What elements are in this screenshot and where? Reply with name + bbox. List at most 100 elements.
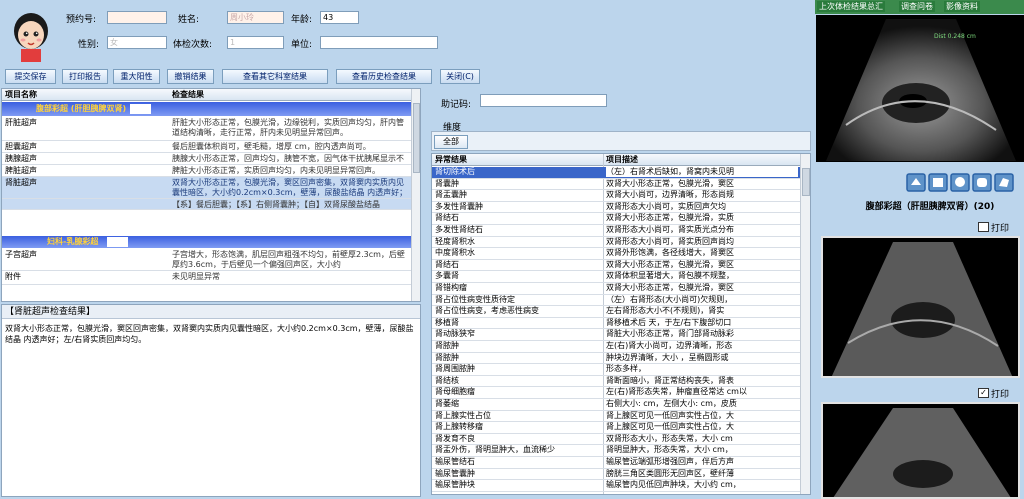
list-item[interactable]: 肾上腺实性占位 肾上腺区可见一低回声实性占位，大: [432, 411, 800, 423]
abnormal-result: 多发性肾结石: [435, 225, 483, 234]
table-row[interactable]: 附件 未见明显异常: [2, 271, 411, 285]
submit-save-button[interactable]: 提交保存: [5, 69, 56, 84]
item-description: 双肾大小尚可，边界清晰，形态尚规: [606, 190, 734, 200]
tab-questionnaire[interactable]: 调查问卷: [899, 1, 935, 12]
list-item[interactable]: 肾切除术后 （左）右肾术后缺如，肾窝内未见明: [432, 167, 800, 179]
view-other-dept-button[interactable]: 查看其它科室结果: [222, 69, 328, 84]
list-item[interactable]: 肾错构瘤 双肾大小形态正常，包膜光滑，窦区: [432, 283, 800, 295]
list-item[interactable]: 输尿管肿块 输尿管内见低回声肿块，大小约 cm，: [432, 480, 800, 492]
list-item[interactable]: 肾结石 双肾大小形态正常，包膜光滑，窦区: [432, 260, 800, 272]
list-item[interactable]: 肾囊肿 双肾大小形态正常，包膜光滑，窦区: [432, 179, 800, 191]
kidney-summary-text[interactable]: 双肾大小形态正常，包膜光滑，窦区回声密集，双肾窦内实质内见囊性暗区，大小约0.2…: [5, 323, 415, 345]
tab-images[interactable]: 影像资料: [944, 1, 980, 12]
list-item[interactable]: 肾动脉狭窄 肾脏大小形态正常，肾门部肾动脉彩: [432, 329, 800, 341]
mnemonic-label: 助记码:: [441, 100, 472, 110]
visits-input[interactable]: 1: [227, 36, 284, 49]
list-item[interactable]: 多发性肾结石 双肾形态大小尚可，肾实质光点分布: [432, 225, 800, 237]
ultrasound-image-main[interactable]: Dist 0.248 cm: [816, 15, 1024, 162]
list-item[interactable]: 肾结石 双肾大小形态正常，包膜光滑，实质: [432, 213, 800, 225]
item-name: 胆囊超声: [5, 142, 37, 151]
results-scrollbar[interactable]: [411, 89, 420, 301]
list-item[interactable]: 多发性肾囊肿 双肾形态大小尚可，实质回声欠均: [432, 202, 800, 214]
list-item[interactable]: 肾脓肿 肿块边界清晰，大小 ，呈椭圆形或: [432, 353, 800, 365]
item-result[interactable]: 胰腺大小形态正常，回声均匀，胰管不宽，因气体干扰胰尾显示不清。: [172, 154, 410, 164]
item-description: 双肾形态大小，形态失常，大小 cm: [606, 433, 733, 443]
print-checkbox-2[interactable]: ✓: [978, 388, 989, 398]
item-result[interactable]: 双肾大小形态正常，包膜光滑，窦区回声密集，双肾窦内实质内见囊性暗区，大小约0.2…: [172, 178, 410, 198]
table-row[interactable]: 【系】餐后胆囊；【系】右侧肾囊肿；【自】双肾尿酸盐结晶: [2, 199, 411, 210]
item-result[interactable]: 子宫增大，形态饱满，肌层回声粗强不均匀，前壁厚2.3cm，后壁厚约3.6cm，于…: [172, 250, 410, 270]
table-row[interactable]: 胰腺超声 胰腺大小形态正常，回声均匀，胰管不宽，因气体干扰胰尾显示不清。: [2, 153, 411, 165]
list-item[interactable]: 肾盂外伤，肾明显肿大，血流稀少 肾明显肿大，形态失常，大小 cm，: [432, 445, 800, 457]
item-description: 肾明显肿大，形态失常，大小 cm，: [606, 445, 733, 455]
list-item[interactable]: 轻度肾积水 双肾形态大小尚可，肾实质回声尚均: [432, 237, 800, 249]
unit-input[interactable]: [320, 36, 438, 49]
list-item[interactable]: 肾占位性病变，考虑恶性病变 左右肾形态大小不(不规则)，肾实: [432, 306, 800, 318]
name-input[interactable]: 周小玲: [227, 11, 284, 24]
group-checkbox[interactable]: [130, 104, 151, 114]
list-item[interactable]: 肾结核 肾断面暗小，肾正常结构丧失，肾表: [432, 376, 800, 388]
appt-input[interactable]: [107, 11, 167, 24]
list-item[interactable]: 输尿管囊肿 膀胱三角区类圆形无回声区，壁纤薄: [432, 469, 800, 481]
view-history-button[interactable]: 查看历史检查结果: [336, 69, 432, 84]
list-item[interactable]: 多囊肾 双肾体积显著增大，肾包膜不规整，: [432, 271, 800, 283]
table-row[interactable]: 脾脏超声 脾脏大小形态正常，实质回声均匀，内未见明显异常回声。: [2, 165, 411, 177]
list-item[interactable]: 肾上腺转移瘤 肾上腺区可见一低回声实性占位，大: [432, 422, 800, 434]
close-button[interactable]: 关闭(C): [440, 69, 480, 84]
abnormal-result: 肾发育不良: [435, 433, 475, 443]
abnormal-result: 肾占位性病变性质待定: [435, 294, 515, 304]
abnormal-result: 肾结石: [435, 213, 459, 223]
item-result[interactable]: 【系】餐后胆囊；【系】右侧肾囊肿；【自】双肾尿酸盐结晶: [172, 200, 410, 209]
tab-last-summary[interactable]: 上次体检结果总汇: [817, 1, 885, 12]
list-item[interactable]: 肾盂囊肿 双肾大小尚可，边界清晰，形态尚规: [432, 190, 800, 202]
item-description: 膀胱三角区类圆形无回声区，壁纤薄: [606, 468, 734, 478]
list-item[interactable]: 肾脓肿 左(右)肾大小尚可，边界清晰，形态: [432, 341, 800, 353]
list-item[interactable]: 肾母细胞瘤 左(右)肾形态失常，肿瘤直径常达 cm以: [432, 387, 800, 399]
group-header-gyn[interactable]: 妇科-乳腺彩超: [2, 236, 411, 248]
item-description: 双肾形态大小尚可，肾实质回声尚均: [606, 236, 734, 246]
table-row[interactable]: 肾脏超声 双肾大小形态正常，包膜光滑，窦区回声密集，双肾窦内实质内见囊性暗区，大小…: [2, 177, 411, 199]
sex-input[interactable]: 女: [107, 36, 167, 49]
item-description: 输尿管远端弧形增强回声，伴后方声: [606, 457, 734, 466]
ultrasound-image-thumb1[interactable]: [821, 236, 1020, 378]
item-description: 右侧大小: cm，左侧大小: cm，皮质: [606, 399, 737, 408]
group-checkbox[interactable]: [107, 237, 128, 247]
print-report-button[interactable]: 打印报告: [62, 69, 108, 84]
item-result[interactable]: 餐后胆囊体积尚可，壁毛糙，增厚 cm，腔内透声尚可。: [172, 142, 410, 152]
abnormal-result: 肾盂囊肿: [435, 190, 467, 200]
item-result[interactable]: 未见明显异常: [172, 272, 410, 282]
list-item[interactable]: 中度肾积水 双肾外形饱满，各径线增大，肾窦区: [432, 248, 800, 260]
list-item[interactable]: 肾占位性病变性质待定 （左）右肾形态(大小尚可)欠规则，: [432, 295, 800, 307]
all-button[interactable]: 全部: [434, 135, 468, 149]
list-item[interactable]: 肾周围脓肿 形态多样，: [432, 364, 800, 376]
item-description: 左(右)肾形态失常，肿瘤直径常达 cm以: [606, 387, 747, 397]
age-input[interactable]: 43: [320, 11, 359, 24]
list-item[interactable]: 移植肾 肾移植术后 天，于左/右下腹部切口: [432, 318, 800, 330]
print-checkbox-1[interactable]: [978, 222, 989, 232]
list-item[interactable]: 肾萎缩 右侧大小: cm，左侧大小: cm，皮质: [432, 399, 800, 411]
avatar: [9, 7, 53, 62]
major-positive-button[interactable]: 重大阳性: [113, 69, 160, 84]
list-item[interactable]: 肾发育不良 双肾形态大小，形态失常，大小 cm: [432, 434, 800, 446]
col-abnormal-result: 异常结果: [435, 155, 467, 164]
group-header-abdominal[interactable]: 腹部彩超 (肝胆胰脾双肾): [2, 102, 411, 116]
unit-label: 单位:: [291, 40, 313, 50]
table-row[interactable]: 子宫超声 子宫增大，形态饱满，肌层回声粗强不均匀，前壁厚2.3cm，后壁厚约3.6…: [2, 249, 411, 271]
abnormal-result: 肾结石: [435, 259, 459, 269]
ultrasound-image-thumb2[interactable]: [821, 402, 1020, 499]
table-row[interactable]: 肝脏超声 肝脏大小形态正常，包膜光滑，边缘锐利，实质回声均匀，肝内管道结构清晰，走…: [2, 117, 411, 141]
abnormal-results-table: 异常结果 项目描述 肾切除术后 （左）右肾术后缺如，肾窝内未见明 肾囊肿 双肾大小形态…: [431, 153, 811, 495]
list-item[interactable]: 输尿管结石 输尿管远端弧形增强回声，伴后方声: [432, 457, 800, 469]
table-row[interactable]: 胆囊超声 餐后胆囊体积尚可，壁毛糙，增厚 cm，腔内透声尚可。: [2, 141, 411, 153]
mnemonic-input[interactable]: [480, 94, 607, 107]
col-check-result: 检查结果: [172, 90, 204, 99]
abnormal-result: 肾结核: [435, 375, 459, 385]
revoke-result-button[interactable]: 撤销结果: [167, 69, 214, 84]
abnormal-scrollbar[interactable]: [800, 154, 810, 494]
abnormal-result: 肾错构瘤: [435, 283, 467, 292]
item-name: 肝脏超声: [5, 118, 37, 127]
item-description: 输尿管内见低回声肿块，大小约 cm，: [606, 480, 741, 490]
item-result[interactable]: 肝脏大小形态正常，包膜光滑，边缘锐利，实质回声均匀，肝内管道结构清晰，走行正常，…: [172, 118, 410, 138]
item-result[interactable]: 脾脏大小形态正常，实质回声均匀，内未见明显异常回声。: [172, 166, 410, 176]
item-name: 附件: [5, 272, 21, 281]
